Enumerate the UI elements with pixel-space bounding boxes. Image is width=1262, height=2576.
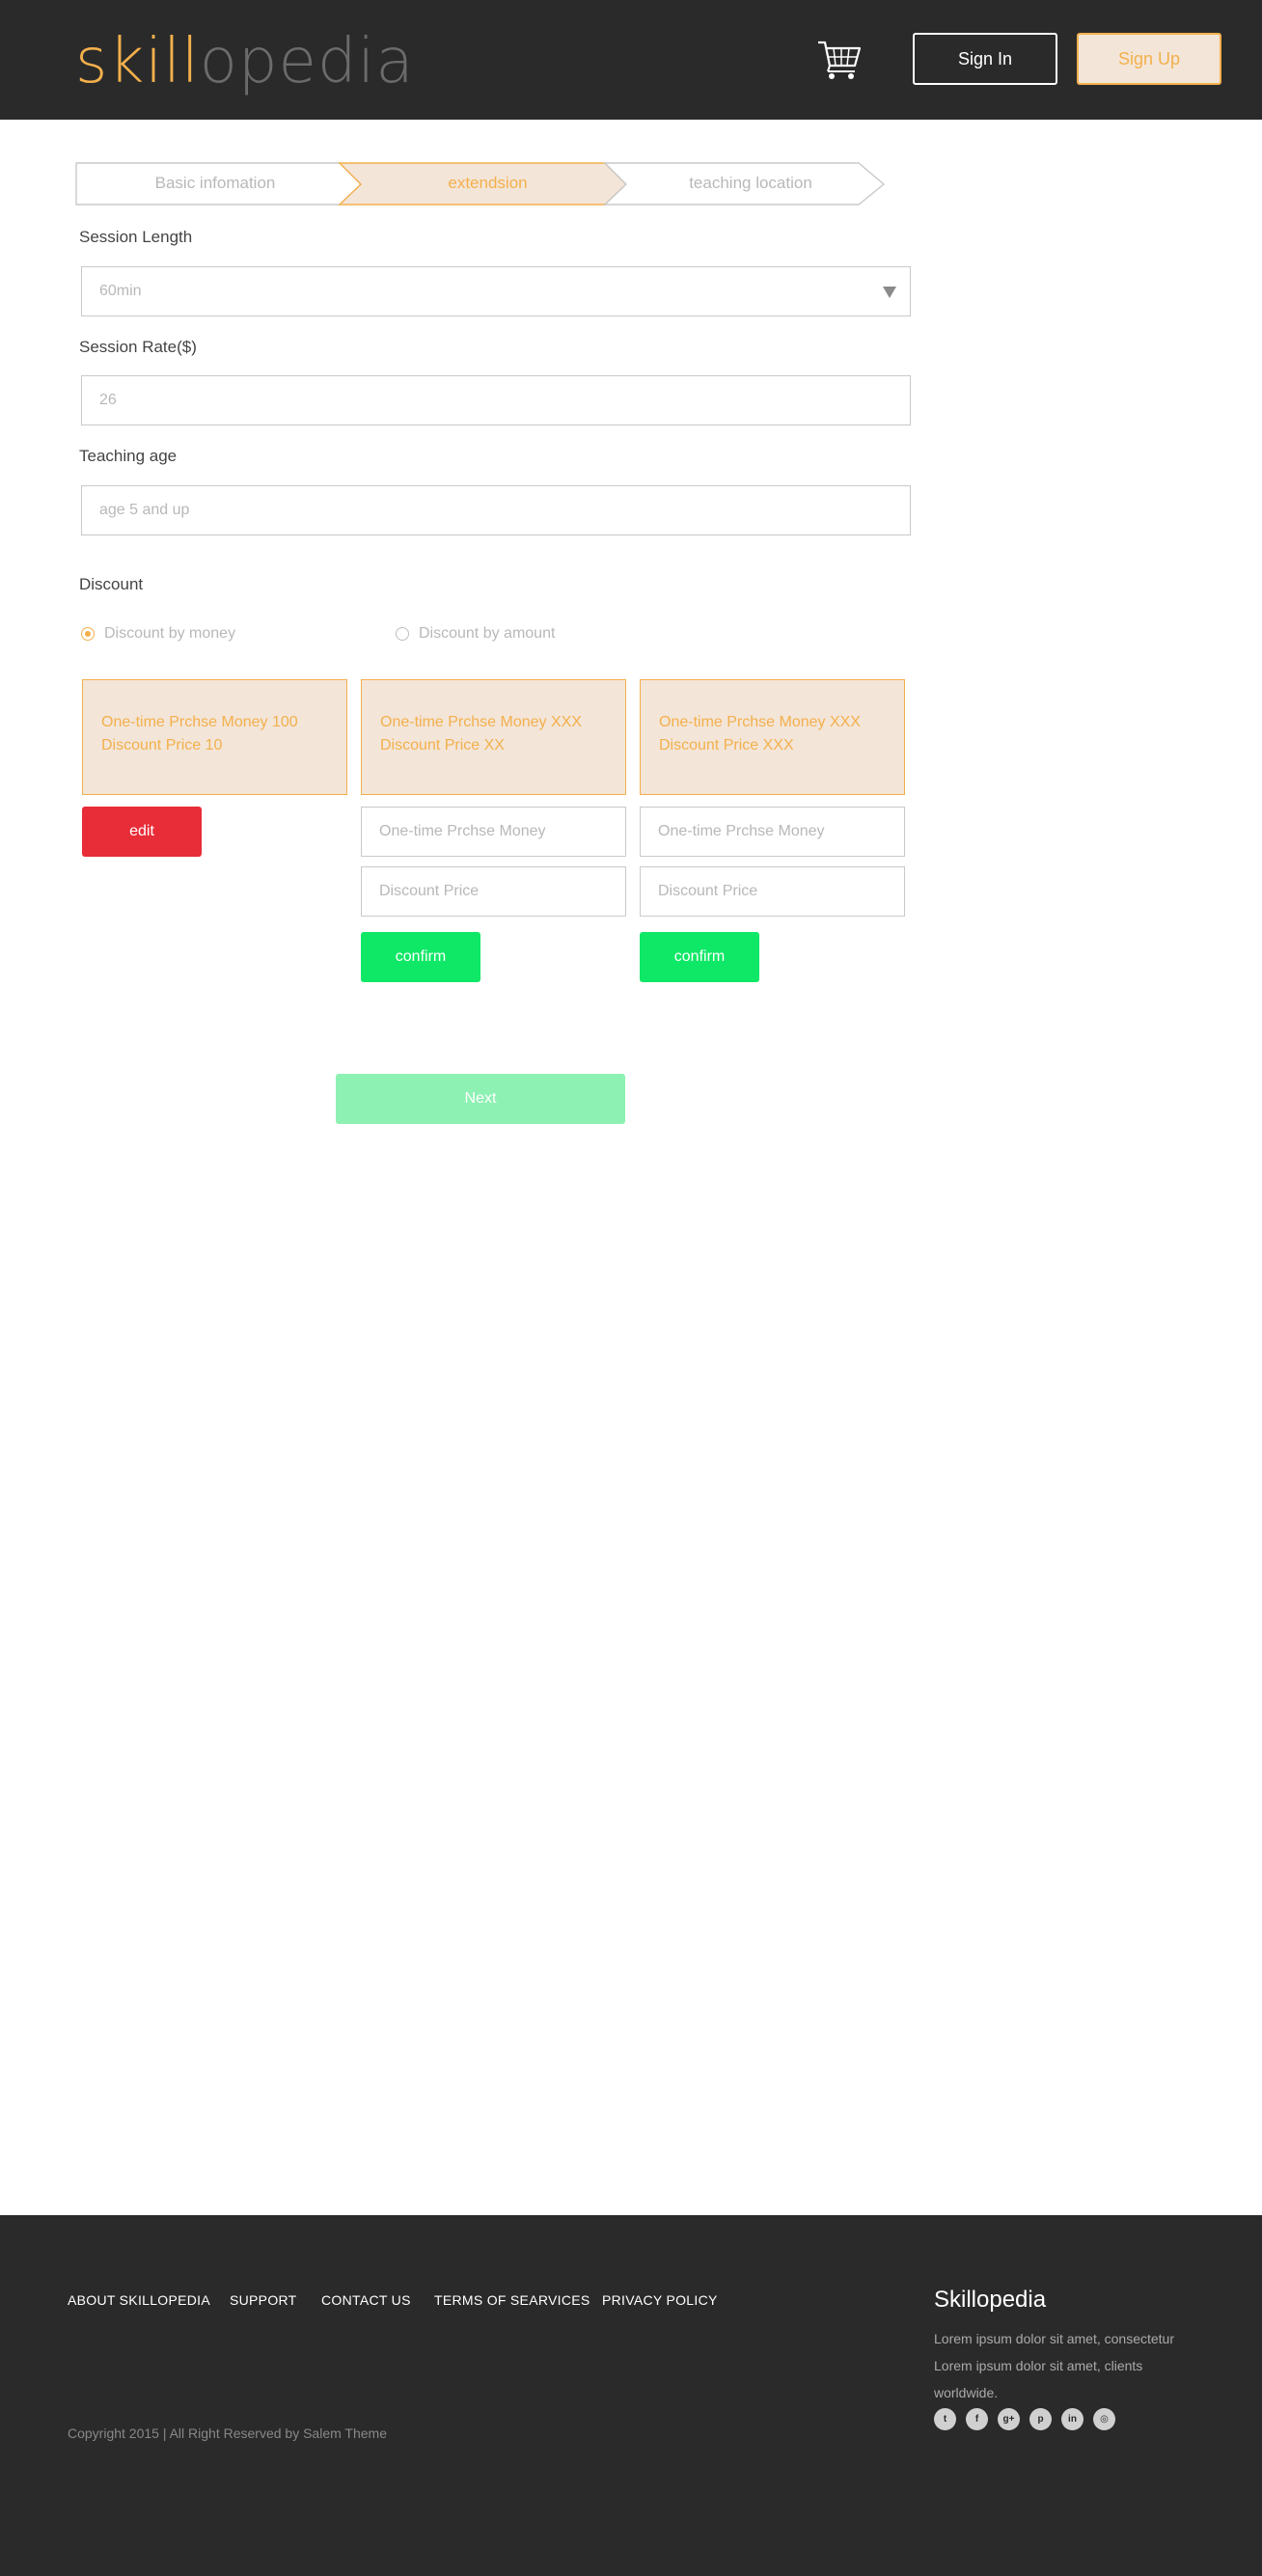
- dropdown-arrow-icon: [883, 287, 896, 298]
- discount-card-money: One-time Prchse Money XXX: [659, 714, 861, 730]
- confirm-button[interactable]: confirm: [640, 932, 759, 982]
- confirm-button[interactable]: confirm: [361, 932, 480, 982]
- footer-link-privacy[interactable]: PRIVACY POLICY: [602, 2292, 718, 2308]
- progress-steps: Basic infomation extendsion teaching loc…: [75, 162, 886, 206]
- session-rate-placeholder: 26: [99, 392, 117, 408]
- session-length-value: 60min: [99, 283, 142, 299]
- footer-link-about[interactable]: ABOUT SKILLOPEDIA: [68, 2292, 210, 2308]
- logo[interactable]: skillopedia: [75, 27, 415, 96]
- next-button[interactable]: Next: [336, 1074, 625, 1124]
- linkedin-icon[interactable]: in: [1061, 2408, 1084, 2430]
- radio-label: Discount by amount: [419, 625, 556, 642]
- social-links: t f g+ p in ◎: [934, 2408, 1115, 2430]
- footer-link-contact[interactable]: CONTACT US: [321, 2292, 411, 2308]
- footer-brand-title: Skillopedia: [934, 2287, 1047, 2313]
- session-rate-label: Session Rate($): [79, 338, 197, 356]
- discount-card-price: Discount Price XXX: [659, 737, 794, 754]
- purchase-money-input[interactable]: One-time Prchse Money: [640, 807, 905, 857]
- discount-card: One-time Prchse Money 100 Discount Price…: [82, 679, 347, 795]
- discount-card: One-time Prchse Money XXX Discount Price…: [640, 679, 905, 795]
- radio-discount-by-amount[interactable]: Discount by amount: [396, 625, 555, 643]
- footer-brand-description: Lorem ipsum dolor sit amet, consectetur …: [934, 2331, 1174, 2400]
- session-rate-input[interactable]: 26: [81, 375, 911, 425]
- session-length-select[interactable]: 60min: [81, 266, 911, 316]
- edit-button[interactable]: edit: [82, 807, 202, 857]
- discount-price-input[interactable]: Discount Price: [361, 866, 626, 917]
- sign-up-button[interactable]: Sign Up: [1077, 33, 1221, 85]
- logo-part-opedia: opedia: [199, 26, 415, 97]
- site-footer: ABOUT SKILLOPEDIA SUPPORT CONTACT US TER…: [0, 2215, 1262, 2576]
- radio-discount-by-money[interactable]: Discount by money: [81, 625, 235, 643]
- step-extendsion[interactable]: extendsion: [355, 162, 620, 205]
- footer-link-support[interactable]: SUPPORT: [230, 2292, 297, 2308]
- teaching-age-label: Teaching age: [79, 447, 178, 465]
- discount-price-input[interactable]: Discount Price: [640, 866, 905, 917]
- discount-card: One-time Prchse Money XXX Discount Price…: [361, 679, 626, 795]
- teaching-age-placeholder: age 5 and up: [99, 502, 190, 518]
- google-plus-icon[interactable]: g+: [998, 2408, 1020, 2430]
- logo-part-skill: skill: [75, 26, 200, 97]
- discount-card-money: One-time Prchse Money XXX: [380, 714, 582, 730]
- site-header: skillopedia Sign In Sign Up: [0, 0, 1262, 120]
- radio-label: Discount by money: [104, 625, 236, 642]
- dribbble-icon[interactable]: ◎: [1093, 2408, 1115, 2430]
- radio-unchecked-icon: [396, 627, 409, 641]
- purchase-money-input[interactable]: One-time Prchse Money: [361, 807, 626, 857]
- step-basic-information[interactable]: Basic infomation: [75, 162, 355, 205]
- discount-price-placeholder: Discount Price: [658, 883, 758, 899]
- step-teaching-location[interactable]: teaching location: [620, 162, 881, 205]
- discount-card-price: Discount Price 10: [101, 737, 223, 754]
- discount-label: Discount: [79, 575, 144, 593]
- facebook-icon[interactable]: f: [966, 2408, 988, 2430]
- discount-card-money: One-time Prchse Money 100: [101, 714, 298, 730]
- footer-link-terms[interactable]: TERMS OF SEARVICES: [434, 2292, 590, 2308]
- purchase-money-placeholder: One-time Prchse Money: [379, 823, 546, 839]
- sign-in-button[interactable]: Sign In: [913, 33, 1057, 85]
- teaching-age-input[interactable]: age 5 and up: [81, 485, 911, 535]
- discount-price-placeholder: Discount Price: [379, 883, 480, 899]
- twitter-icon[interactable]: t: [934, 2408, 956, 2430]
- session-length-label: Session Length: [79, 228, 193, 246]
- shopping-cart-icon[interactable]: [816, 39, 863, 81]
- discount-card-price: Discount Price XX: [380, 737, 505, 754]
- pinterest-icon[interactable]: p: [1029, 2408, 1052, 2430]
- radio-checked-icon: [81, 627, 95, 641]
- copyright-text: Copyright 2015 | All Right Reserved by S…: [68, 2425, 387, 2441]
- purchase-money-placeholder: One-time Prchse Money: [658, 823, 825, 839]
